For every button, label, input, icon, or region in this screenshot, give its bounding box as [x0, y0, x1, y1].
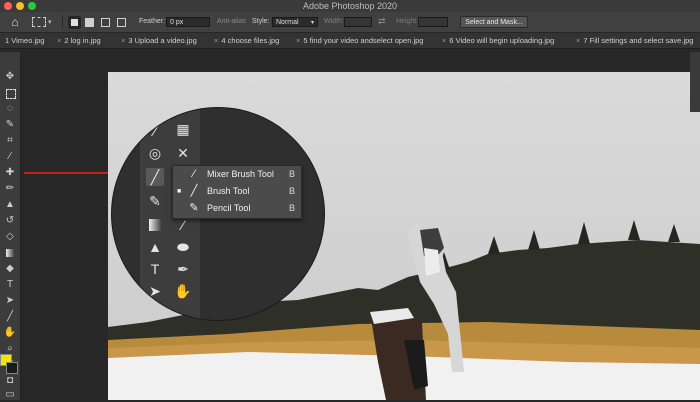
add-to-selection-icon[interactable]: [85, 18, 94, 27]
tab-label: 1 Vimeo.jpg: [5, 36, 45, 45]
menu-item-pencil[interactable]: ✎ Pencil Tool B: [173, 200, 301, 217]
close-tab-icon[interactable]: ×: [57, 36, 61, 45]
patch-icon: ◎: [148, 145, 162, 161]
menu-item-shortcut: B: [288, 186, 295, 196]
marquee-preset-icon[interactable]: [32, 17, 46, 27]
move-icon[interactable]: ✥: [3, 70, 17, 84]
content-aware-move-icon: ✕: [177, 145, 189, 161]
chevron-down-icon[interactable]: ▾: [48, 18, 52, 26]
brush-tool-icon[interactable]: ╱: [146, 168, 164, 186]
feather-input[interactable]: 0 px: [166, 17, 210, 27]
tab-3[interactable]: × 3 Upload a video.jpg: [121, 33, 197, 48]
tab-7[interactable]: × 7 Fill settings and select save.jpg: [576, 33, 693, 48]
pen-icon: ✒: [177, 261, 189, 277]
brush-icon: ╱: [190, 185, 198, 197]
close-tab-icon[interactable]: ×: [442, 36, 446, 45]
quick-select-icon[interactable]: ✎: [3, 118, 17, 132]
ruler-icon: ▦: [176, 121, 190, 137]
window-title: Adobe Photoshop 2020: [302, 1, 398, 11]
tab-label: 5 find your video andselect open.jpg: [303, 36, 424, 45]
background-color-swatch[interactable]: [6, 362, 18, 374]
height-label: Height:: [396, 18, 419, 25]
active-tool-indicator: ■: [177, 188, 182, 195]
stamp-icon[interactable]: ▲: [3, 198, 17, 212]
tab-label: 3 Upload a video.jpg: [128, 36, 197, 45]
type-icon[interactable]: T: [3, 278, 17, 292]
menu-item-brush[interactable]: ■ ╱ Brush Tool B: [173, 183, 301, 200]
path-select-icon: ➤: [149, 283, 161, 299]
new-selection-icon[interactable]: [68, 16, 81, 29]
hand-icon: ✋: [174, 283, 192, 299]
tab-label: 2 log in.jpg: [64, 36, 101, 45]
anti-alias-checkbox[interactable]: Anti-alias: [217, 12, 246, 32]
tab-2[interactable]: × 2 log in.jpg: [57, 33, 101, 48]
feather-label: Feather:: [139, 18, 166, 25]
menu-item-mixer-brush[interactable]: ⁄ Mixer Brush Tool B: [173, 166, 301, 183]
mixer-brush-icon: ⁄: [153, 123, 157, 139]
options-bar: ⌂ ▾ Feather: 0 px Anti-alias Style: Norm…: [0, 12, 700, 33]
line-icon[interactable]: ╱: [3, 310, 17, 324]
panel-collapse-strip[interactable]: [690, 52, 700, 112]
close-tab-icon[interactable]: ×: [576, 36, 580, 45]
swap-icon[interactable]: ⇄: [378, 16, 386, 27]
document-tab-bar: 1 Vimeo.jpg × 2 log in.jpg × 3 Upload a vi…: [0, 33, 700, 49]
hand-icon[interactable]: ✋: [3, 326, 17, 340]
healing-icon[interactable]: ✚: [3, 166, 17, 180]
tab-4[interactable]: × 4 choose files.jpg: [214, 33, 279, 48]
style-select[interactable]: Normal ▾: [272, 17, 318, 27]
tab-label: 6 Video will begin uploading.jpg: [449, 36, 555, 45]
smudge-icon: ⬬: [177, 239, 189, 255]
height-input[interactable]: [418, 17, 448, 27]
history-brush-icon: ✎: [149, 193, 161, 209]
triangle-shape-icon: ▲: [148, 239, 162, 255]
width-input[interactable]: [344, 17, 372, 27]
eraser-icon[interactable]: ◇: [3, 230, 17, 244]
blur-icon[interactable]: ◆: [3, 262, 17, 276]
gradient-icon[interactable]: [3, 246, 17, 260]
mixer-brush-icon: ⁄: [193, 168, 195, 180]
pencil-icon: ✎: [189, 202, 199, 214]
divider: [62, 15, 63, 29]
quick-mask-icon[interactable]: ◘: [3, 374, 17, 388]
gradient-icon: [146, 216, 164, 234]
menu-item-label: Mixer Brush Tool: [207, 169, 274, 179]
tools-panel: ✥ ◌ ✎ ⌗ ⁄ ✚ ✏ ▲ ↺ ◇ ◆ T ➤ ╱ ✋ ⌕ ··· ◘ ▭: [0, 52, 21, 400]
close-tab-icon[interactable]: ×: [296, 36, 300, 45]
menu-item-shortcut: B: [288, 203, 295, 213]
tab-label: 7 Fill settings and select save.jpg: [583, 36, 694, 45]
tab-5[interactable]: × 5 find your video andselect open.jpg: [296, 33, 423, 48]
home-icon[interactable]: ⌂: [8, 15, 22, 29]
select-and-mask-button[interactable]: Select and Mask...: [460, 16, 528, 28]
subtract-selection-icon[interactable]: [101, 18, 110, 27]
close-tab-icon[interactable]: ×: [214, 36, 218, 45]
menu-item-label: Brush Tool: [207, 186, 250, 196]
marquee-icon[interactable]: [3, 86, 17, 100]
toolbar-magnifier: ⁄ ▦ ◎ ✕ ╱ ✎ ⁄ ▲ ⬬ T ✒ ➤ ✋ ⁄ Mixer Brush …: [112, 108, 324, 320]
menu-item-shortcut: B: [288, 169, 295, 179]
history-brush-icon[interactable]: ↺: [3, 214, 17, 228]
menu-item-label: Pencil Tool: [207, 203, 251, 213]
brush-icon[interactable]: ✏: [3, 182, 17, 196]
eyedropper-icon[interactable]: ⁄: [3, 150, 17, 164]
width-label: Width:: [324, 18, 344, 25]
brush-tool-flyout-menu: ⁄ Mixer Brush Tool B ■ ╱ Brush Tool B ✎ …: [172, 165, 302, 219]
style-label: Style:: [252, 18, 270, 25]
tab-1[interactable]: 1 Vimeo.jpg: [5, 33, 44, 48]
intersect-selection-icon[interactable]: [117, 18, 126, 27]
tab-6[interactable]: × 6 Video will begin uploading.jpg: [442, 33, 554, 48]
crop-icon[interactable]: ⌗: [3, 134, 17, 148]
lasso-icon[interactable]: ◌: [3, 102, 17, 116]
type-icon: T: [150, 261, 160, 277]
chevron-down-icon: ▾: [310, 20, 314, 26]
path-select-icon[interactable]: ➤: [3, 294, 17, 308]
style-select-value: Normal: [276, 19, 299, 26]
close-tab-icon[interactable]: ×: [121, 36, 125, 45]
tab-label: 4 choose files.jpg: [221, 36, 280, 45]
